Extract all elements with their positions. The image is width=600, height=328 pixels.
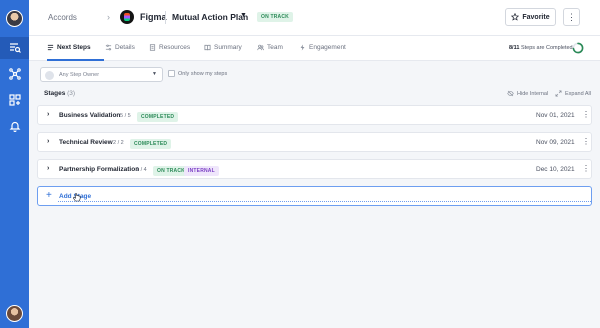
chevron-right-icon[interactable]: › <box>47 138 49 145</box>
tab-label: Details <box>115 44 135 51</box>
step-owner-select[interactable]: Any Step Owner ▼ <box>40 67 163 82</box>
stage-due-date: Nov 01, 2021 <box>536 112 575 119</box>
steps-completed-suffix: Steps are Completed <box>520 45 573 51</box>
kebab-icon[interactable]: ⋮ <box>582 137 590 146</box>
stages-count: (3) <box>67 90 76 97</box>
stage-step-count: 2 / 2 <box>113 139 124 146</box>
document-icon <box>149 44 156 51</box>
progress-ring-icon <box>572 42 584 54</box>
steps-progress-text: 8/11 Steps are Completed <box>509 45 573 51</box>
list-icon <box>47 44 54 51</box>
stage-name: Technical Review <box>59 139 113 146</box>
tab-details[interactable]: Details <box>105 44 135 51</box>
expand-all-label: Expand All <box>565 90 591 97</box>
hide-internal-button[interactable]: Hide Internal <box>507 90 548 97</box>
nav-network-icon[interactable] <box>7 66 22 81</box>
sliders-icon <box>105 44 112 51</box>
tab-label: Resources <box>159 44 191 51</box>
internal-badge: INTERNAL <box>184 165 219 176</box>
nav-apps-icon[interactable] <box>7 92 22 107</box>
stage-name: Business Validation <box>59 112 121 119</box>
only-my-steps-checkbox[interactable] <box>168 70 175 77</box>
figma-logo-icon <box>120 10 134 24</box>
book-icon <box>204 44 211 51</box>
breadcrumb-chevron-icon: › <box>107 12 110 22</box>
only-my-steps-label: Only show my steps <box>178 70 228 77</box>
hand-cursor-icon <box>73 193 81 202</box>
only-my-steps-toggle[interactable]: Only show my steps <box>168 70 227 77</box>
star-icon <box>511 13 520 21</box>
steps-completed-count: 8/11 <box>509 45 520 51</box>
kebab-icon: ⋮ <box>567 11 576 22</box>
stage-due-date: Nov 09, 2021 <box>536 139 575 146</box>
user-avatar[interactable] <box>6 305 23 322</box>
stage-status-badge: COMPLETED <box>137 111 179 122</box>
add-stage-button[interactable]: + Add Stage <box>37 186 592 206</box>
plan-tabs: Next Steps Details Resources Summary Tea… <box>29 36 600 61</box>
stages-title: Stages <box>44 90 66 97</box>
tab-summary[interactable]: Summary <box>204 44 242 51</box>
tab-label: Next Steps <box>57 44 91 51</box>
chevron-down-icon: ▼ <box>152 71 157 77</box>
stage-row[interactable]: › Partnership Formalization 1 / 4 ON TRA… <box>37 159 592 179</box>
favorite-button[interactable]: Favorite <box>505 8 556 26</box>
kebab-icon[interactable]: ⋮ <box>582 110 590 119</box>
plan-dropdown-caret-icon[interactable]: ▼ <box>240 12 247 19</box>
people-icon <box>257 44 264 51</box>
nav-bell-icon[interactable] <box>7 118 22 133</box>
page-header: Accords › Figma Mutual Action Plan ▼ ON … <box>29 0 600 36</box>
stage-due-date: Dec 10, 2021 <box>536 166 575 173</box>
account-name: Figma <box>140 12 167 22</box>
chevron-right-icon[interactable]: › <box>47 165 49 172</box>
tab-engagement[interactable]: Engagement <box>299 44 346 51</box>
plus-icon: + <box>46 190 52 201</box>
header-divider <box>165 11 166 24</box>
breadcrumb-accords[interactable]: Accords <box>48 13 77 22</box>
left-nav-rail <box>0 0 29 328</box>
owner-avatar-icon <box>45 70 54 80</box>
stage-row[interactable]: › Technical Review 2 / 2 COMPLETED Nov 0… <box>37 132 592 152</box>
tab-next-steps[interactable]: Next Steps <box>47 44 91 51</box>
stage-step-count: 5 / 5 <box>120 112 131 119</box>
hide-internal-label: Hide Internal <box>517 90 549 97</box>
plan-status-badge: ON TRACK <box>257 12 293 22</box>
eye-off-icon <box>507 90 514 97</box>
tab-resources[interactable]: Resources <box>149 44 190 51</box>
tab-label: Engagement <box>309 44 346 51</box>
expand-all-button[interactable]: Expand All <box>555 90 591 97</box>
stage-name: Partnership Formalization <box>59 166 140 173</box>
more-options-button[interactable]: ⋮ <box>563 8 580 26</box>
expand-icon <box>555 90 562 97</box>
tab-label: Team <box>267 44 283 51</box>
stage-status-badge: COMPLETED <box>130 138 172 149</box>
stage-row[interactable]: › Business Validation 5 / 5 COMPLETED No… <box>37 105 592 125</box>
bolt-icon <box>300 44 305 51</box>
kebab-icon[interactable]: ⋮ <box>582 164 590 173</box>
nav-accords-icon[interactable] <box>0 37 29 59</box>
chevron-right-icon[interactable]: › <box>47 111 49 118</box>
stages-heading: Stages (3) <box>44 90 75 97</box>
stage-step-count: 1 / 4 <box>136 166 147 173</box>
favorite-label: Favorite <box>522 13 550 21</box>
workspace-avatar[interactable] <box>6 10 23 27</box>
plan-title: Mutual Action Plan <box>172 12 249 22</box>
owner-select-value: Any Step Owner <box>59 71 100 78</box>
tab-team[interactable]: Team <box>257 44 283 51</box>
active-tab-indicator <box>47 59 104 61</box>
tab-label: Summary <box>214 44 242 51</box>
